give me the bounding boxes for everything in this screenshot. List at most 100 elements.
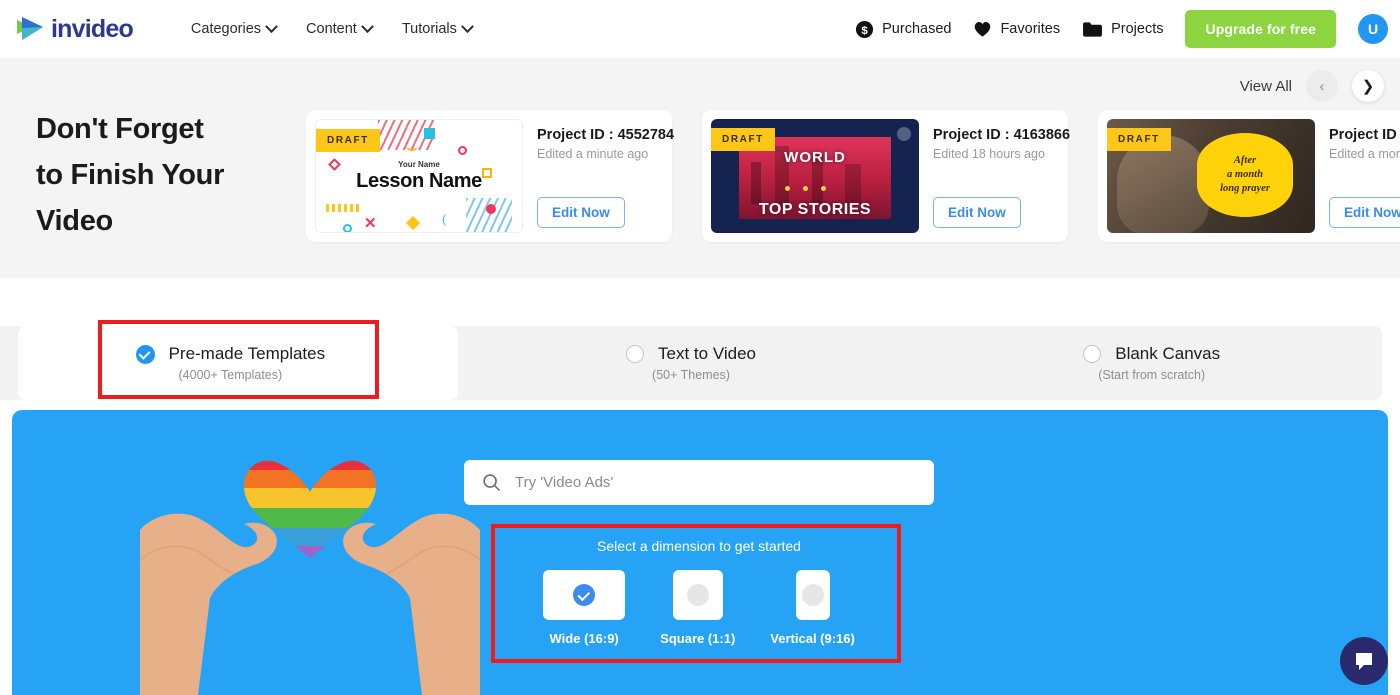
user-avatar[interactable]: U bbox=[1358, 14, 1388, 44]
dimension-selector: Select a dimension to get started Wide (… bbox=[490, 528, 908, 668]
header-item-purchased[interactable]: $ Purchased bbox=[855, 20, 951, 39]
chevron-down-icon bbox=[265, 19, 278, 33]
empty-circle-icon bbox=[801, 584, 824, 606]
invideo-play-logo-icon bbox=[14, 14, 46, 44]
header-label-projects: Projects bbox=[1111, 21, 1164, 37]
draft-badge: DRAFT bbox=[711, 128, 775, 151]
create-mode-options: Pre-made Templates (4000+ Templates) Tex… bbox=[0, 326, 1382, 400]
project-card[interactable]: ✕ ( Your Name Lesson Name DRAFT Project … bbox=[306, 110, 674, 242]
nav-item-content[interactable]: Content bbox=[306, 19, 374, 37]
chat-support-button[interactable] bbox=[1340, 637, 1388, 685]
drafts-heading-line-2: to Finish Your bbox=[36, 159, 225, 191]
top-navigation-bar: invideo Categories Content Tutorials $ P… bbox=[0, 0, 1400, 58]
thumb-subtitle: Your Name bbox=[398, 160, 440, 169]
main-nav: Categories Content Tutorials bbox=[191, 19, 474, 37]
heart-icon bbox=[973, 20, 992, 38]
radio-unselected-icon[interactable] bbox=[1083, 345, 1102, 363]
thumb-line-1: After bbox=[1233, 155, 1257, 166]
project-id: Project ID : 4 bbox=[1329, 127, 1400, 143]
thumb-title: Lesson Name bbox=[356, 170, 482, 192]
edit-now-button[interactable]: Edit Now bbox=[933, 197, 1021, 228]
project-edited-time: Edited 18 hours ago bbox=[933, 147, 1045, 161]
dimension-option-square[interactable]: Square (1:1) bbox=[660, 570, 735, 646]
option-label: Blank Canvas bbox=[1115, 344, 1221, 363]
radio-selected-icon[interactable] bbox=[135, 344, 155, 364]
folder-icon bbox=[1082, 21, 1103, 38]
dimension-box-square[interactable] bbox=[672, 570, 723, 620]
dimension-label: Vertical (9:16) bbox=[770, 631, 855, 646]
chevron-left-icon: ‹ bbox=[1319, 77, 1325, 95]
hero-panel: Select a dimension to get started Wide (… bbox=[12, 410, 1388, 695]
header-item-favorites[interactable]: Favorites bbox=[973, 20, 1060, 38]
check-circle-icon bbox=[573, 584, 596, 606]
hero-illustration bbox=[139, 410, 481, 695]
option-label: Text to Video bbox=[658, 344, 756, 363]
drafts-heading: Don't Forget to Finish Your Video bbox=[36, 106, 224, 244]
upgrade-for-free-button[interactable]: Upgrade for free bbox=[1185, 10, 1336, 48]
view-all-link[interactable]: View All bbox=[1240, 78, 1292, 95]
template-search-box[interactable] bbox=[464, 460, 934, 505]
option-blank-canvas[interactable]: Blank Canvas (Start from scratch) bbox=[921, 344, 1382, 382]
radio-unselected-icon[interactable] bbox=[626, 345, 645, 363]
header-label-favorites: Favorites bbox=[1000, 21, 1061, 37]
drafts-section: View All ‹ ❯ Don't Forget to Finish Your… bbox=[0, 58, 1400, 278]
thumb-badge-art: After a month long prayer bbox=[1197, 133, 1293, 217]
project-info: Project ID : 4 Edited a month Edit Now bbox=[1315, 119, 1400, 233]
edit-now-button[interactable]: Edit Now bbox=[537, 197, 625, 228]
dimension-option-vertical[interactable]: Vertical (9:16) bbox=[770, 570, 855, 646]
option-pre-made-templates[interactable]: Pre-made Templates (4000+ Templates) bbox=[0, 344, 461, 382]
nav-item-tutorials[interactable]: Tutorials bbox=[401, 19, 474, 37]
dimension-title: Select a dimension to get started bbox=[597, 538, 801, 554]
project-thumbnail[interactable]: ✕ ( Your Name Lesson Name DRAFT bbox=[315, 119, 523, 233]
draft-badge: DRAFT bbox=[316, 129, 380, 152]
project-thumbnail[interactable]: After a month long prayer DRAFT bbox=[1107, 119, 1315, 233]
create-mode-section: Pre-made Templates (4000+ Templates) Tex… bbox=[0, 278, 1400, 410]
draft-badge: DRAFT bbox=[1107, 128, 1171, 151]
header-actions: $ Purchased Favorites Projects Upgrade f… bbox=[855, 0, 1388, 58]
nav-item-categories[interactable]: Categories bbox=[191, 19, 278, 37]
nav-label-tutorials: Tutorials bbox=[401, 21, 457, 37]
project-edited-time: Edited a month bbox=[1329, 147, 1400, 161]
thumb-title: TOP STORIES bbox=[758, 201, 872, 218]
thumb-line-3: long prayer bbox=[1220, 183, 1270, 194]
drafts-heading-line-1: Don't Forget bbox=[36, 113, 204, 145]
option-sublabel: (4000+ Templates) bbox=[178, 368, 283, 382]
option-sublabel: (Start from scratch) bbox=[1098, 368, 1206, 382]
dimension-option-wide[interactable]: Wide (16:9) bbox=[543, 570, 626, 646]
project-card[interactable]: WORLD TOP STORIES DRAFT Project ID : 416… bbox=[702, 110, 1070, 242]
thumb-line-2: a month bbox=[1227, 169, 1263, 180]
drafts-card-list: ✕ ( Your Name Lesson Name DRAFT Project … bbox=[306, 110, 1400, 242]
search-input[interactable] bbox=[515, 474, 916, 491]
thumb-subtitle: WORLD bbox=[784, 149, 846, 166]
dimension-label: Wide (16:9) bbox=[549, 631, 619, 646]
option-text-to-video[interactable]: Text to Video (50+ Themes) bbox=[461, 344, 922, 382]
carousel-prev-button[interactable]: ‹ bbox=[1306, 70, 1338, 102]
chevron-down-icon bbox=[360, 19, 374, 33]
invideo-logo[interactable]: invideo bbox=[14, 14, 134, 44]
search-icon bbox=[482, 473, 501, 492]
project-edited-time: Edited a minute ago bbox=[537, 147, 649, 161]
header-label-purchased: Purchased bbox=[882, 21, 952, 37]
dimension-options: Wide (16:9) Square (1:1) Vertical (9:16) bbox=[543, 570, 855, 646]
project-thumbnail[interactable]: WORLD TOP STORIES DRAFT bbox=[711, 119, 919, 233]
drafts-heading-line-3: Video bbox=[36, 205, 113, 237]
project-id: Project ID : 4163866 bbox=[933, 127, 1071, 143]
header-item-projects[interactable]: Projects bbox=[1082, 21, 1163, 38]
option-label: Pre-made Templates bbox=[168, 344, 326, 363]
dimension-box-vertical[interactable] bbox=[795, 570, 830, 620]
dollar-coin-icon: $ bbox=[855, 20, 874, 39]
empty-circle-icon bbox=[686, 584, 709, 606]
logo-wordmark: invideo bbox=[51, 14, 134, 43]
chevron-right-icon: ❯ bbox=[1361, 78, 1375, 95]
chevron-down-icon bbox=[461, 19, 474, 33]
edit-now-button[interactable]: Edit Now bbox=[1329, 197, 1400, 228]
dimension-label: Square (1:1) bbox=[660, 631, 736, 646]
nav-label-content: Content bbox=[306, 21, 357, 37]
dimension-box-wide[interactable] bbox=[543, 570, 626, 620]
project-info: Project ID : 4163866 Edited 18 hours ago… bbox=[919, 119, 1070, 233]
project-card[interactable]: After a month long prayer DRAFT Project … bbox=[1098, 110, 1400, 242]
project-info: Project ID : 4552784 Edited a minute ago… bbox=[523, 119, 674, 233]
thumb-status-dot-icon bbox=[897, 127, 911, 141]
carousel-next-button[interactable]: ❯ bbox=[1352, 70, 1384, 102]
svg-text:$: $ bbox=[861, 24, 868, 36]
